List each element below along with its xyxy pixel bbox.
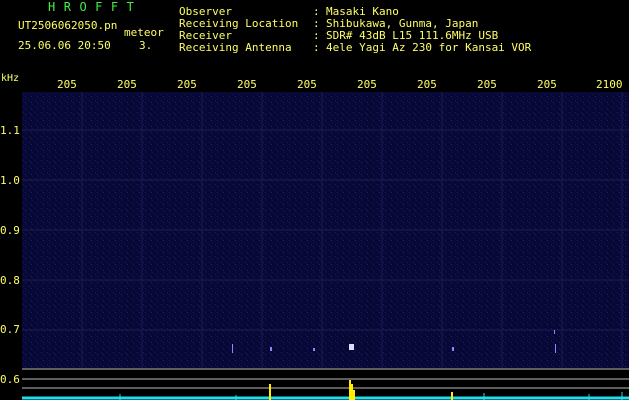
y-tick-label: 1.0: [0, 174, 20, 187]
y-tick-label: 0.7: [0, 323, 20, 336]
x-tick-label: 205: [477, 78, 497, 91]
x-tick-label: 2100: [596, 78, 623, 91]
app-title: HROFFT: [48, 0, 143, 14]
x-tick-label: 205: [237, 78, 257, 91]
spectrogram: [22, 92, 629, 400]
y-tick-label: 0.6: [0, 373, 20, 386]
y-tick-label: 0.8: [0, 274, 20, 287]
capture-datetime: 25.06.06 20:50: [18, 39, 111, 52]
x-tick-label: 205: [417, 78, 437, 91]
x-tick-label: 205: [57, 78, 77, 91]
antenna-separator: :: [313, 41, 320, 54]
x-tick-label: 205: [177, 78, 197, 91]
x-tick-label: 205: [117, 78, 137, 91]
y-tick-label: 0.9: [0, 224, 20, 237]
filename-suffix: meteor: [124, 26, 164, 39]
y-tick-label: 1.1: [0, 124, 20, 137]
baseline-noise: [22, 392, 629, 400]
x-tick-label: 205: [297, 78, 317, 91]
x-tick-label: 205: [537, 78, 557, 91]
meteor-count: 3.: [139, 39, 153, 52]
image-filename: UT2506062050.pn: [18, 19, 118, 32]
x-tick-label: 205: [357, 78, 377, 91]
antenna-label: Receiving Antenna: [179, 41, 292, 54]
y-axis-unit: kHz: [1, 73, 20, 84]
antenna-value: 4ele Yagi Az 230 for Kansai VOR: [326, 41, 532, 54]
reference-lines: [22, 368, 629, 389]
